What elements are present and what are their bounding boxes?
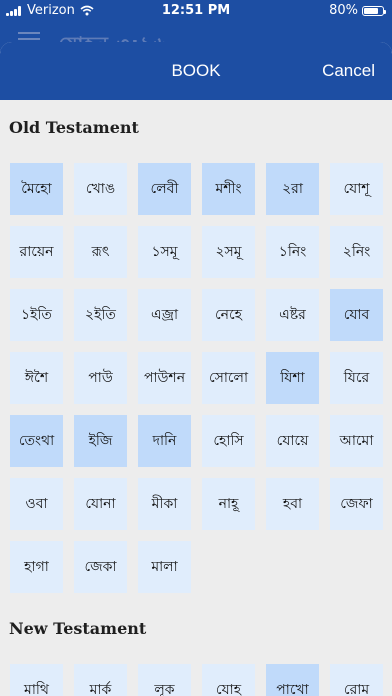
old-testament-book-tile[interactable]: মৈহো [10, 163, 63, 215]
old-testament-book-tile[interactable]: হবা [266, 478, 319, 530]
cancel-button[interactable]: Cancel [322, 61, 375, 81]
old-testament-book-tile[interactable]: ১নিং [266, 226, 319, 278]
old-testament-book-tile[interactable]: যোশূ [330, 163, 383, 215]
old-testament-book-tile[interactable]: ১ইতি [10, 289, 63, 341]
old-testament-book-tile[interactable]: রায়েন [10, 226, 63, 278]
battery-fill [364, 7, 379, 14]
new-testament-book-tile[interactable]: লূক [138, 664, 191, 696]
book-picker-sheet: BOOK Cancel Old Testament মৈহো খোঙ লেবী মশী… [0, 42, 392, 696]
old-testament-book-tile[interactable]: যোনা [74, 478, 127, 530]
old-testament-book-tile[interactable]: যোব [330, 289, 383, 341]
old-testament-book-tile[interactable]: ২সমূ [202, 226, 255, 278]
old-testament-book-tile[interactable]: ইজি [74, 415, 127, 467]
old-testament-book-tile[interactable]: নাহূ [202, 478, 255, 530]
status-right: 80% [329, 3, 386, 18]
old-testament-book-tile[interactable]: ঈশৈ [10, 352, 63, 404]
new-testament-book-tile[interactable]: রোম [330, 664, 383, 696]
old-testament-book-tile[interactable]: ওবা [10, 478, 63, 530]
old-testament-book-tile[interactable]: তেংথা [10, 415, 63, 467]
old-testament-book-tile[interactable]: মালা [138, 541, 191, 593]
old-testament-book-tile[interactable]: সোলো [202, 352, 255, 404]
old-testament-book-tile[interactable]: ২নিং [330, 226, 383, 278]
old-testament-book-tile[interactable]: দানি [138, 415, 191, 467]
old-testament-book-tile[interactable]: খোঙ [74, 163, 127, 215]
old-testament-book-tile[interactable]: পাউশন [138, 352, 191, 404]
old-testament-book-tile[interactable]: এষ্টর [266, 289, 319, 341]
new-testament-grid: মাথি মার্ক লূক যোহ পাখো রোম [10, 664, 383, 696]
battery-icon [362, 5, 386, 16]
new-testament-book-tile[interactable]: যোহ [202, 664, 255, 696]
old-testament-book-tile[interactable]: পাউ [74, 352, 127, 404]
old-testament-book-tile[interactable]: জেফা [330, 478, 383, 530]
new-testament-heading: New Testament [9, 619, 147, 638]
new-testament-book-tile[interactable]: মাথি [10, 664, 63, 696]
sheet-header: BOOK Cancel [0, 42, 392, 100]
old-testament-book-tile[interactable]: আমো [330, 415, 383, 467]
old-testament-book-tile[interactable]: যিরে [330, 352, 383, 404]
old-testament-book-tile[interactable]: ২ইতি [74, 289, 127, 341]
old-testament-book-tile[interactable]: নেহে [202, 289, 255, 341]
new-testament-book-tile[interactable]: মার্ক [74, 664, 127, 696]
old-testament-book-tile[interactable]: রূৎ [74, 226, 127, 278]
battery-percent: 80% [329, 3, 358, 18]
old-testament-book-tile[interactable]: হোসি [202, 415, 255, 467]
old-testament-book-tile[interactable]: জেকা [74, 541, 127, 593]
old-testament-grid: মৈহো খোঙ লেবী মশীং ২রা যোশূ রায়েন রূৎ ১সমূ ২সমূ ১… [10, 163, 383, 593]
status-bar: Verizon 12:51 PM 80% [0, 0, 392, 22]
old-testament-book-tile[interactable]: যিশা [266, 352, 319, 404]
old-testament-book-tile[interactable]: লেবী [138, 163, 191, 215]
old-testament-book-tile[interactable]: মীকা [138, 478, 191, 530]
old-testament-book-tile[interactable]: মশীং [202, 163, 255, 215]
old-testament-book-tile[interactable]: যোয়ে [266, 415, 319, 467]
old-testament-book-tile[interactable]: এজ্রা [138, 289, 191, 341]
old-testament-book-tile[interactable]: ১সমূ [138, 226, 191, 278]
old-testament-book-tile[interactable]: হাগা [10, 541, 63, 593]
new-testament-book-tile[interactable]: পাখো [266, 664, 319, 696]
old-testament-heading: Old Testament [9, 118, 139, 137]
old-testament-book-tile[interactable]: ২রা [266, 163, 319, 215]
